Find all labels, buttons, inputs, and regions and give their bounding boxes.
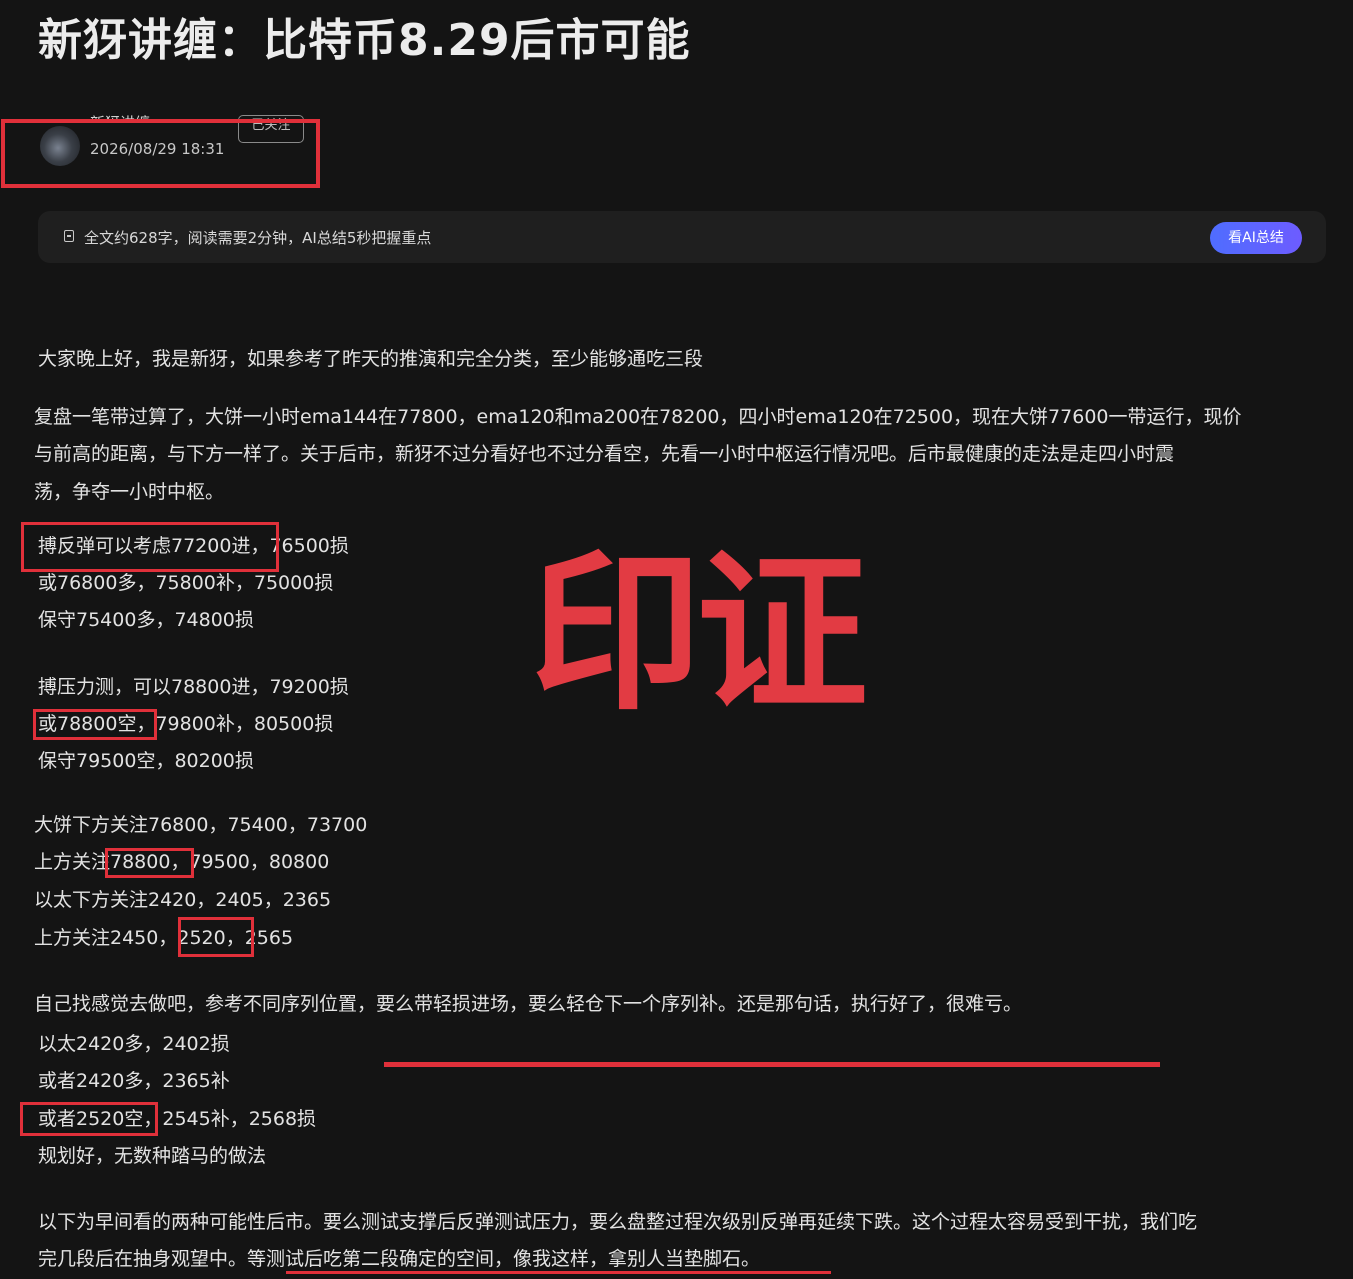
ai-summary-button[interactable]: 看AI总结: [1210, 222, 1302, 254]
eth-line-2: 或者2420多，2365补: [38, 1070, 230, 1092]
pressure-line-1: 搏压力测，可以78800进，79200损: [38, 676, 349, 698]
highlight-box-rebound-entry: [21, 522, 279, 572]
levels-line-3: 以太下方关注2420，2405，2365: [34, 889, 332, 911]
underline-closing: [286, 1271, 831, 1274]
closing-line-1: 以下为早间看的两种可能性后市。要么测试支撑后反弹测试压力，要么盘整过程次级别反弹…: [38, 1211, 1198, 1233]
highlight-box-author: [1, 119, 320, 188]
rebound-line-2: 或76800多，75800补，75000损: [38, 572, 334, 594]
article-title: 新犽讲缠：比特币8.29后市可能: [38, 15, 691, 66]
review-line-1: 复盘一笔带过算了，大饼一小时ema144在77800，ema120和ma200在…: [34, 406, 1242, 428]
ai-summary-bar: 全文约628字，阅读需要2分钟，AI总结5秒把握重点 看AI总结: [38, 211, 1326, 263]
levels-line-4: 上方关注2450，2520，2565: [34, 927, 294, 949]
underline-red: [384, 1062, 1160, 1067]
eth-line-1: 以太2420多，2402损: [38, 1033, 230, 1055]
highlight-box-eth-level: [178, 917, 254, 957]
stamp-text: 印证: [530, 533, 868, 734]
highlight-box-short-entry: [33, 709, 157, 740]
highlight-box-eth-short: [20, 1102, 158, 1136]
pressure-line-3: 保守79500空，80200损: [38, 750, 254, 772]
review-line-3: 荡，争夺一小时中枢。: [34, 481, 225, 503]
rebound-line-3: 保守75400多，74800损: [38, 609, 254, 631]
levels-line-1: 大饼下方关注76800，75400，73700: [34, 814, 368, 836]
summary-text: 全文约628字，阅读需要2分钟，AI总结5秒把握重点: [84, 229, 432, 247]
review-line-2: 与前高的距离，与下方一样了。关于后市，新犽不过分看好也不过分看空，先看一小时中枢…: [34, 443, 1175, 465]
advice-paragraph: 自己找感觉去做吧，参考不同序列位置，要么带轻损进场，要么轻仓下一个序列补。还是那…: [34, 993, 1023, 1015]
highlight-box-btc-level: [105, 848, 194, 878]
document-icon: [64, 230, 74, 242]
eth-line-4: 规划好，无数种踏马的做法: [38, 1145, 267, 1167]
greeting-paragraph: 大家晚上好，我是新犽，如果参考了昨天的推演和完全分类，至少能够通吃三段: [38, 348, 704, 370]
closing-line-2: 完几段后在抽身观望中。等测试后吃第二段确定的空间，像我这样，拿别人当垫脚石。: [38, 1248, 761, 1270]
